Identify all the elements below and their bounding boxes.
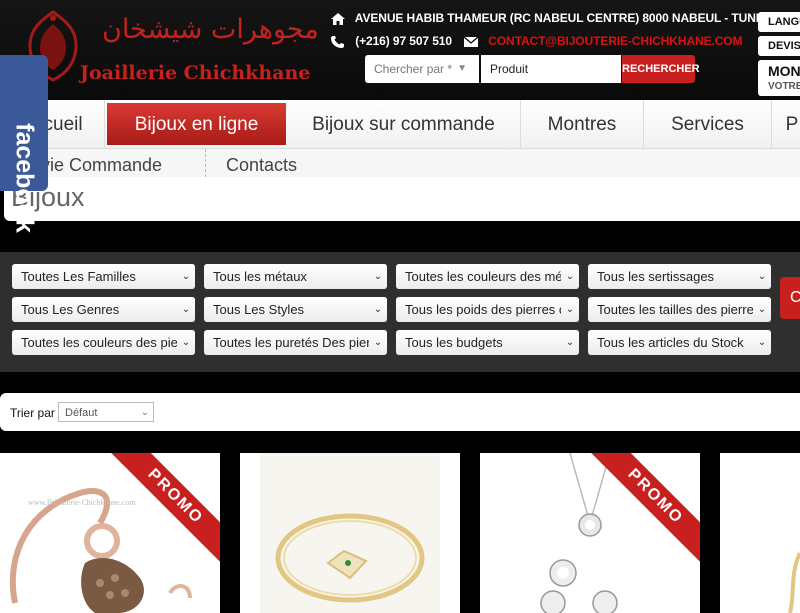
mail-icon — [463, 36, 479, 47]
site-header: مجوهرات شيشخان Joaillerie Chichkhane Ave… — [0, 0, 800, 100]
nav-item-montres[interactable]: Montres — [521, 100, 644, 148]
chevron-down-icon: ⌄ — [561, 264, 579, 289]
sort-label: Trier par — [10, 406, 55, 420]
chevron-down-icon: ⌄ — [177, 297, 195, 322]
watermark-text: www.Bijouterie-Chichkhane.com — [28, 498, 136, 507]
filter-label: Tous Les Genres — [21, 302, 120, 317]
filter-label: Toutes les puretés Des pierres — [213, 335, 387, 350]
filter-label: Toutes les couleurs des métaux — [405, 269, 579, 284]
product-card[interactable]: PROMO — [480, 453, 700, 613]
email-text: contact@bijouterie-chichkhane.com — [488, 34, 743, 48]
filter-label: Toutes les tailles des pierres — [597, 302, 761, 317]
phone-text: (+216) 97 507 510 — [355, 34, 452, 48]
filter-genres[interactable]: Tous Les Genres ⌄ — [12, 297, 195, 322]
chevron-down-icon: ⌄ — [753, 330, 771, 355]
filter-budgets[interactable]: Tous les budgets ⌄ — [396, 330, 579, 355]
subnav-item-contacts[interactable]: Contacts — [226, 155, 297, 176]
filter-styles[interactable]: Tous Les Styles ⌄ — [204, 297, 387, 322]
filter-tailles-pierres[interactable]: Toutes les tailles des pierres ⌄ — [588, 297, 771, 322]
product-card[interactable] — [240, 453, 460, 613]
filter-label: Tous les articles du Stock — [597, 335, 744, 350]
search-category-select[interactable]: Chercher par * ▼ — [365, 55, 479, 83]
nav-item-bijoux-sur-commande[interactable]: Bijoux sur commande — [287, 100, 521, 148]
currency-selector[interactable]: DEVISE — [758, 36, 800, 56]
chevron-down-icon: ⌄ — [369, 264, 387, 289]
phone-line[interactable]: (+216) 97 507 510 — [330, 34, 452, 49]
chevron-down-icon: ⌄ — [753, 297, 771, 322]
phone-icon — [331, 35, 344, 48]
filter-label: Tous les poids des pierres centrales — [405, 302, 579, 317]
filter-puretes[interactable]: Toutes les puretés Des pierres ⌄ — [204, 330, 387, 355]
filter-stock[interactable]: Tous les articles du Stock ⌄ — [588, 330, 771, 355]
product-card[interactable] — [720, 453, 800, 613]
sort-value: Défaut — [65, 407, 98, 419]
search-input[interactable]: Produit — [481, 55, 621, 83]
chevron-down-icon: ⌄ — [561, 297, 579, 322]
nav-item-services[interactable]: Services — [644, 100, 772, 148]
facebook-tab[interactable]: facebook — [0, 55, 48, 233]
filter-familles[interactable]: Toutes Les Familles ⌄ — [12, 264, 195, 289]
chevron-down-icon: ⌄ — [753, 264, 771, 289]
filter-sertissages[interactable]: Tous les sertissages ⌄ — [588, 264, 771, 289]
earrings-necklace-image — [540, 453, 618, 613]
chevron-down-icon: ⌄ — [369, 297, 387, 322]
product-image — [788, 552, 800, 613]
filter-label: Tous Les Styles — [213, 302, 305, 317]
logo-arabic-text: مجوهرات شيشخان — [102, 14, 319, 45]
filter-label: Tous les sertissages — [597, 269, 715, 284]
site-logo[interactable]: مجوهرات شيشخان Joaillerie Chichkhane — [22, 10, 318, 90]
filter-submit-button[interactable]: C — [780, 277, 800, 319]
filter-label: Tous les métaux — [213, 269, 307, 284]
facebook-label: facebook — [10, 123, 39, 233]
account-box[interactable]: MON VOTRE — [758, 60, 800, 96]
home-icon — [331, 12, 345, 25]
filter-couleurs-pierres[interactable]: Toutes les couleurs des pierres ⌄ — [12, 330, 195, 355]
product-card[interactable]: www.Bijouterie-Chichkhane.com PROMO — [0, 453, 220, 613]
bracelet-image — [9, 488, 192, 613]
chevron-down-icon: ⌄ — [369, 330, 387, 355]
filter-label: Tous les budgets — [405, 335, 503, 350]
address-line: Avenue Habib Thameur (RC Nabeul Centre) … — [330, 11, 778, 26]
chevron-down-icon: ⌄ — [177, 330, 195, 355]
chevron-down-icon: ⌄ — [140, 407, 149, 418]
chevron-down-icon: ⌄ — [561, 330, 579, 355]
language-selector[interactable]: LANGU — [758, 12, 800, 32]
filter-label: Toutes Les Familles — [21, 269, 136, 284]
filter-couleurs-metaux[interactable]: Toutes les couleurs des métaux ⌄ — [396, 264, 579, 289]
account-subtitle: VOTRE — [768, 81, 800, 92]
search-bar: Chercher par * ▼ Produit RECHERCHER — [365, 55, 700, 83]
chevron-down-icon: ▼ — [457, 63, 467, 74]
nav-item-bijoux-en-ligne[interactable]: Bijoux en ligne — [107, 103, 286, 145]
email-link[interactable]: contact@bijouterie-chichkhane.com — [463, 34, 743, 48]
search-button[interactable]: RECHERCHER — [622, 55, 700, 83]
title-bar — [4, 177, 800, 221]
bangle-image — [260, 453, 440, 613]
filter-poids-pierres[interactable]: Tous les poids des pierres centrales⌄ — [396, 297, 579, 322]
search-category-label: Chercher par * — [374, 62, 453, 76]
nav-item-more[interactable]: P — [772, 100, 800, 148]
sort-select[interactable]: Défaut ⌄ — [58, 402, 154, 422]
main-nav: Accueil Bijoux en ligne Bijoux sur comma… — [0, 100, 800, 149]
filter-label: Toutes les couleurs des pierres — [21, 335, 195, 350]
logo-latin-text: Joaillerie Chichkhane — [80, 62, 311, 84]
account-title: MON — [768, 63, 800, 79]
filter-metaux[interactable]: Tous les métaux ⌄ — [204, 264, 387, 289]
chevron-down-icon: ⌄ — [177, 264, 195, 289]
address-text: Avenue Habib Thameur (RC Nabeul Centre) … — [354, 11, 779, 25]
